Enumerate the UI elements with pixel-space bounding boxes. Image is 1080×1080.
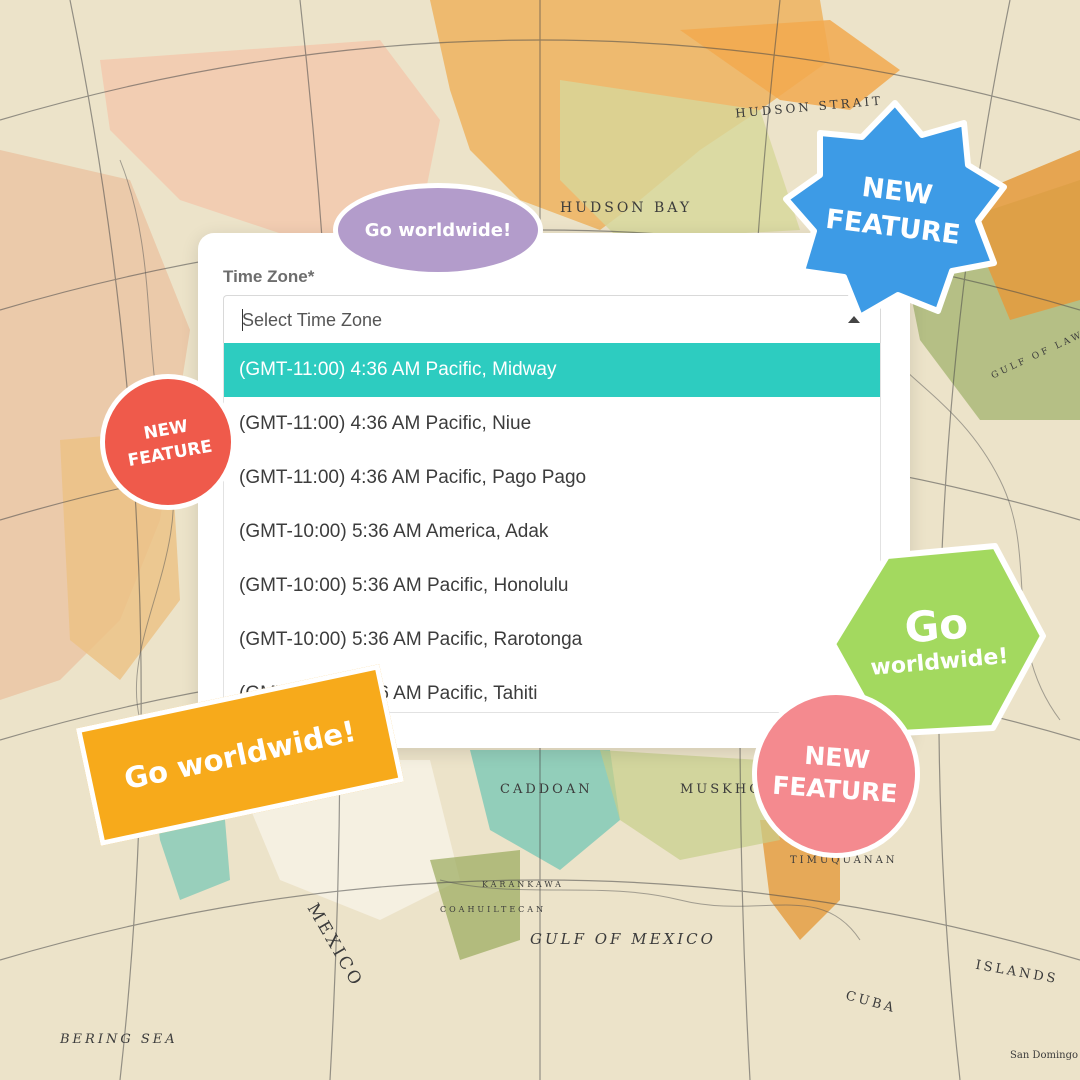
map-label-coahuiltecan: COAHUILTECAN: [440, 905, 547, 914]
timezone-option[interactable]: (GMT-10:00) 5:36 AM Pacific, Honolulu: [224, 559, 880, 613]
timezone-select-placeholder: Select Time Zone: [242, 310, 383, 330]
map-label-gulf-of-mexico: GULF OF MEXICO: [530, 930, 716, 948]
map-label-bering-sea: BERING SEA: [60, 1032, 178, 1047]
timezone-option[interactable]: (GMT-11:00) 4:36 AM Pacific, Niue: [224, 397, 880, 451]
map-label-hudson-bay: HUDSON BAY: [560, 200, 693, 216]
map-label-san-domingo: San Domingo: [1010, 1050, 1079, 1061]
timezone-option[interactable]: (GMT-10:00) 5:36 AM America, Adak: [224, 505, 880, 559]
sticker-go-worldwide-purple: Go worldwide!: [333, 183, 543, 277]
timezone-option[interactable]: (GMT-11:00) 4:36 AM Pacific, Midway: [224, 343, 880, 397]
timezone-options-list[interactable]: (GMT-11:00) 4:36 AM Pacific, Midway (GMT…: [223, 343, 881, 713]
map-label-caddoan: CADDOAN: [500, 782, 593, 797]
timezone-option[interactable]: (GMT-10:00) 5:36 AM Pacific, Rarotonga: [224, 613, 880, 667]
timezone-label: Time Zone*: [223, 267, 315, 286]
map-label-karankawan: KARANKAWA: [482, 880, 564, 889]
timezone-option[interactable]: (GMT-11:00) 4:36 AM Pacific, Pago Pago: [224, 451, 880, 505]
sticker-go-worldwide-green-text: Go worldwide!: [869, 598, 1010, 681]
sticker-new-feature-blue-text: NEW FEATURE: [823, 171, 962, 251]
